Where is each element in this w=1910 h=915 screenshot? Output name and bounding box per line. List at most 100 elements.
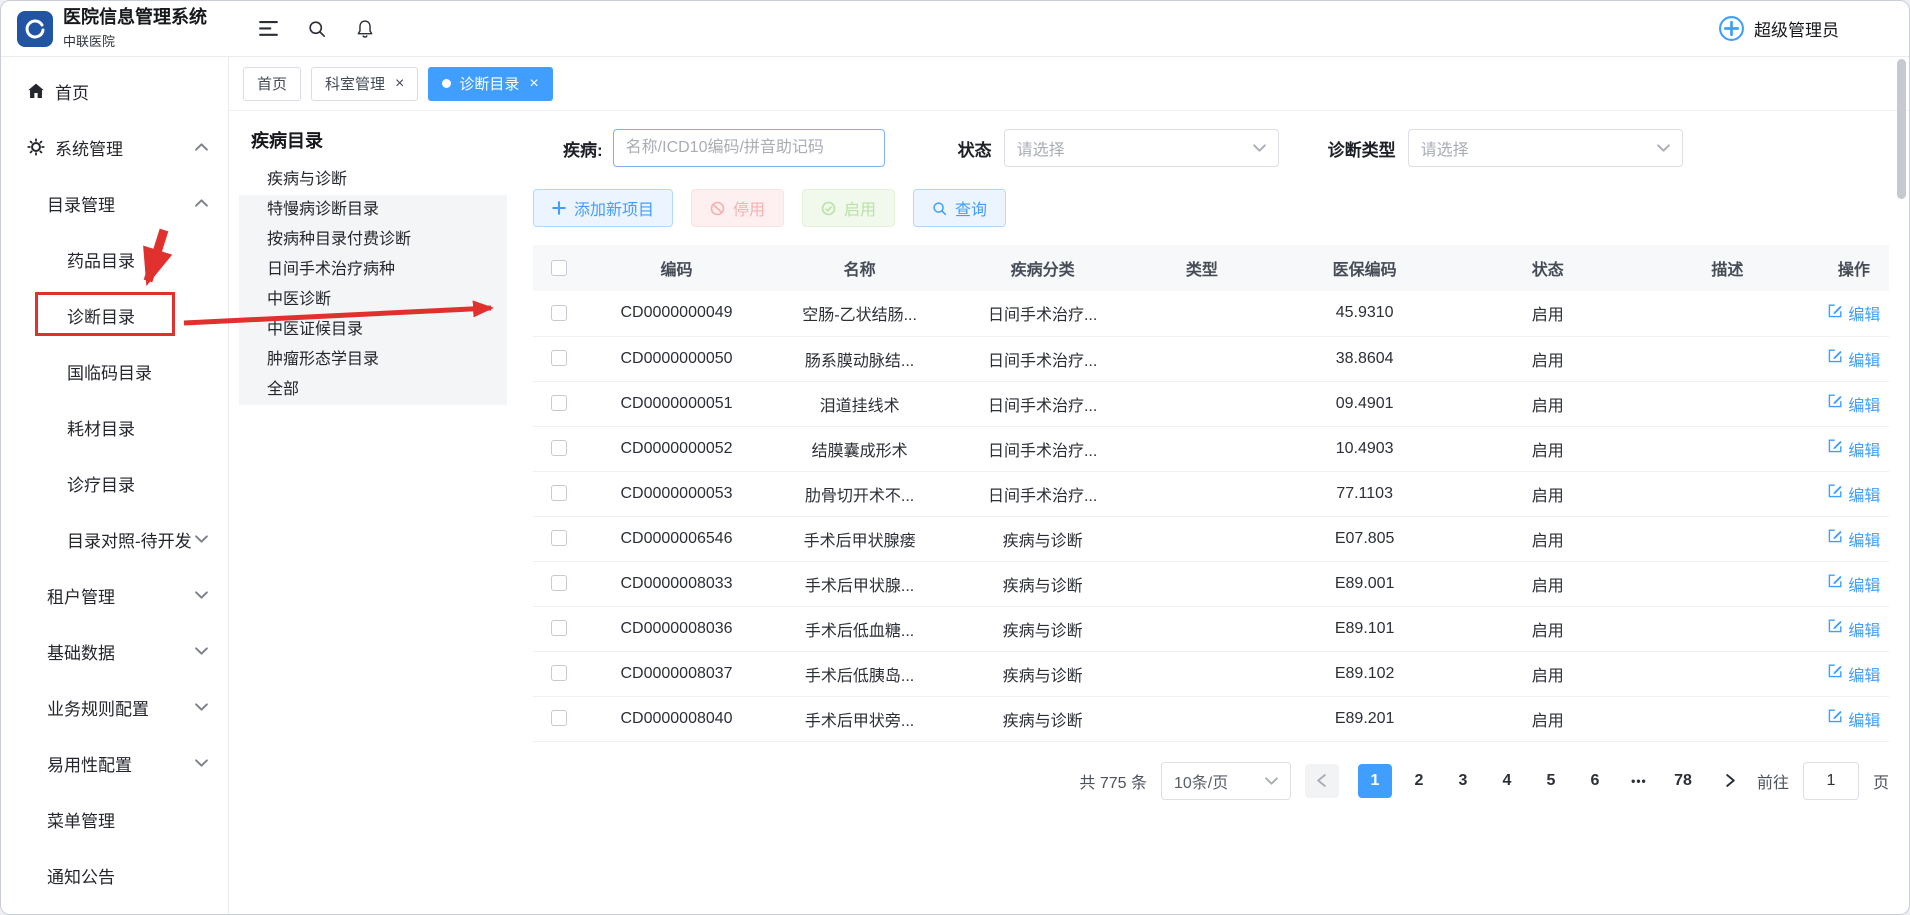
- row-checkbox[interactable]: [551, 485, 567, 501]
- current-user-name: 超级管理员: [1754, 16, 1839, 41]
- close-icon[interactable]: ×: [395, 76, 404, 92]
- main-area: 首页科室管理×诊断目录× 疾病目录 疾病与诊断特慢病诊断目录按病种目录付费诊断日…: [229, 57, 1909, 914]
- tab-diagnosis-catalog[interactable]: 诊断目录×: [428, 67, 552, 101]
- page-number-button[interactable]: 6: [1578, 764, 1612, 798]
- cell-name: 空肠-乙状结肠...: [768, 291, 951, 336]
- cell-code: CD0000008036: [585, 606, 768, 651]
- edit-button[interactable]: 编辑: [1827, 347, 1880, 371]
- row-checkbox[interactable]: [551, 575, 567, 591]
- edit-button[interactable]: 编辑: [1827, 437, 1880, 461]
- goto-page-input[interactable]: [1803, 762, 1859, 800]
- cell-name: 泪道挂线术: [768, 381, 951, 426]
- row-checkbox[interactable]: [551, 395, 567, 411]
- select-all-checkbox[interactable]: [551, 260, 567, 276]
- menu-fold-icon[interactable]: [259, 21, 278, 36]
- edit-icon: [1827, 483, 1843, 504]
- search-icon[interactable]: [308, 20, 326, 38]
- edit-button[interactable]: 编辑: [1827, 301, 1880, 325]
- tab-home[interactable]: 首页: [243, 67, 301, 101]
- sidebar-item-national-code-catalog[interactable]: 国临码目录: [1, 343, 228, 399]
- edit-button[interactable]: 编辑: [1827, 482, 1880, 506]
- catalog-item[interactable]: 日间手术治疗病种: [239, 255, 507, 285]
- page-number-button[interactable]: 78: [1666, 764, 1700, 798]
- sidebar-item-menu-management[interactable]: 菜单管理: [1, 791, 228, 847]
- page-number-list: 123456•••78: [1353, 764, 1705, 798]
- sidebar-item-treatment-catalog[interactable]: 诊疗目录: [1, 455, 228, 511]
- diagnosis-type-select[interactable]: 请选择: [1408, 129, 1683, 167]
- sidebar-item-base-data[interactable]: 基础数据: [1, 623, 228, 679]
- edit-button[interactable]: 编辑: [1827, 707, 1880, 731]
- query-button[interactable]: 查询: [913, 189, 1006, 227]
- cell-description: [1636, 651, 1819, 696]
- page-number-button[interactable]: 4: [1490, 764, 1524, 798]
- chevron-down-icon: [1657, 144, 1670, 152]
- row-select-cell: [533, 696, 585, 741]
- cell-type: [1134, 696, 1270, 741]
- sidebar-item-diagnosis-catalog[interactable]: 诊断目录: [1, 287, 228, 343]
- cell-name: 手术后甲状旁...: [768, 696, 951, 741]
- prev-page-button[interactable]: [1305, 764, 1339, 798]
- catalog-item[interactable]: 疾病与诊断: [239, 165, 507, 195]
- tab-dept-management[interactable]: 科室管理×: [311, 67, 418, 101]
- sidebar-item-system-management[interactable]: 系统管理: [1, 119, 228, 175]
- row-checkbox[interactable]: [551, 620, 567, 636]
- column-header: 疾病分类: [951, 245, 1134, 291]
- cell-status: 启用: [1460, 651, 1636, 696]
- sidebar-item-label: 药品目录: [67, 247, 135, 272]
- edit-button[interactable]: 编辑: [1827, 392, 1880, 416]
- close-icon[interactable]: ×: [529, 76, 538, 92]
- page-number-button[interactable]: 2: [1402, 764, 1436, 798]
- row-select-cell: [533, 516, 585, 561]
- edit-button[interactable]: 编辑: [1827, 527, 1880, 551]
- sidebar-item-usability-config[interactable]: 易用性配置: [1, 735, 228, 791]
- sidebar-item-consumable-catalog[interactable]: 耗材目录: [1, 399, 228, 455]
- diagnosis-type-filter-label: 诊断类型: [1328, 136, 1396, 161]
- row-checkbox[interactable]: [551, 440, 567, 456]
- catalog-item[interactable]: 中医诊断: [239, 285, 507, 315]
- page-number-button[interactable]: 5: [1534, 764, 1568, 798]
- catalog-item[interactable]: 按病种目录付费诊断: [239, 225, 507, 255]
- edit-button[interactable]: 编辑: [1827, 617, 1880, 641]
- column-header: 状态: [1460, 245, 1636, 291]
- row-checkbox[interactable]: [551, 305, 567, 321]
- row-checkbox[interactable]: [551, 530, 567, 546]
- enable-button[interactable]: 启用: [802, 189, 895, 227]
- page-number-button[interactable]: 3: [1446, 764, 1480, 798]
- sidebar-item-catalog-management[interactable]: 目录管理: [1, 175, 228, 231]
- status-select[interactable]: 请选择: [1004, 129, 1279, 167]
- cell-description: [1636, 696, 1819, 741]
- table-body: CD0000000049空肠-乙状结肠...日间手术治疗...45.9310启用…: [533, 291, 1889, 741]
- row-checkbox[interactable]: [551, 710, 567, 726]
- cell-category: 疾病与诊断: [951, 696, 1134, 741]
- scrollbar-thumb[interactable]: [1897, 59, 1906, 199]
- bell-icon[interactable]: [356, 19, 374, 39]
- sidebar-item-business-rules[interactable]: 业务规则配置: [1, 679, 228, 735]
- chevron-down-icon: [1265, 777, 1278, 785]
- row-checkbox[interactable]: [551, 665, 567, 681]
- disable-button[interactable]: 停用: [691, 189, 784, 227]
- next-page-button[interactable]: [1719, 764, 1743, 798]
- edit-button[interactable]: 编辑: [1827, 662, 1880, 686]
- cell-name: 肋骨切开术不...: [768, 471, 951, 516]
- page-number-button[interactable]: 1: [1358, 764, 1392, 798]
- catalog-item[interactable]: 肿瘤形态学目录: [239, 345, 507, 375]
- sidebar-item-home[interactable]: 首页: [1, 63, 228, 119]
- plus-icon: [552, 201, 566, 215]
- chevron-up-icon: [195, 143, 208, 151]
- sidebar-item-catalog-mapping[interactable]: 目录对照-待开发: [1, 511, 228, 567]
- circle-check-icon: [821, 201, 836, 216]
- sidebar-item-tenant-management[interactable]: 租户管理: [1, 567, 228, 623]
- edit-button[interactable]: 编辑: [1827, 572, 1880, 596]
- user-menu[interactable]: 超级管理员: [1718, 15, 1839, 42]
- add-item-button[interactable]: 添加新项目: [533, 189, 673, 227]
- catalog-item[interactable]: 中医证候目录: [239, 315, 507, 345]
- select-all-header: [533, 245, 585, 291]
- page-size-select[interactable]: 10条/页: [1161, 762, 1291, 800]
- cell-code: CD0000008033: [585, 561, 768, 606]
- sidebar-item-drug-catalog[interactable]: 药品目录: [1, 231, 228, 287]
- catalog-item[interactable]: 全部: [239, 375, 507, 405]
- sidebar-item-notice[interactable]: 通知公告: [1, 847, 228, 903]
- disease-search-input[interactable]: [613, 129, 885, 167]
- catalog-item[interactable]: 特慢病诊断目录: [239, 195, 507, 225]
- row-checkbox[interactable]: [551, 350, 567, 366]
